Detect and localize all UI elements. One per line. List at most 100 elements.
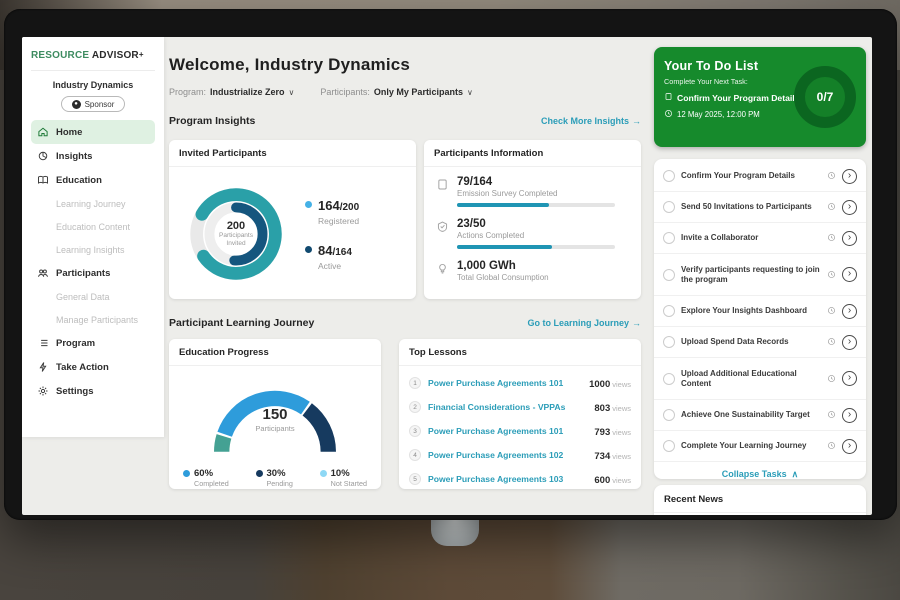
todo-item-label: Verify participants requesting to join t… bbox=[681, 261, 821, 289]
chevron-right-button[interactable]: › bbox=[842, 231, 857, 246]
chevron-down-icon[interactable]: ∨ bbox=[467, 88, 473, 97]
todo-item[interactable]: Confirm Your Program Details › bbox=[654, 161, 866, 192]
sidebar-item-general-data[interactable]: General Data bbox=[31, 285, 155, 308]
chevron-right-button[interactable]: › bbox=[842, 408, 857, 423]
clock-icon bbox=[664, 109, 673, 120]
consumption-icon bbox=[436, 262, 449, 275]
chevron-down-icon[interactable]: ∨ bbox=[289, 88, 295, 97]
todo-panel: Your To Do List Complete Your Next Task:… bbox=[654, 37, 866, 515]
lesson-link[interactable]: Power Purchase Agreements 101 bbox=[428, 426, 587, 436]
todo-item[interactable]: Send 50 Invitations to Participants › bbox=[654, 192, 866, 223]
todo-item[interactable]: Complete Your Learning Journey › bbox=[654, 431, 866, 462]
clock-icon bbox=[827, 167, 836, 185]
recent-news-card: Recent News bbox=[654, 485, 866, 515]
task-icon bbox=[664, 92, 673, 103]
legend-total: /200 bbox=[340, 202, 359, 213]
legend-label: Active bbox=[318, 261, 352, 271]
stat-label: Total Global Consumption bbox=[457, 273, 549, 282]
lesson-link[interactable]: Financial Considerations - VPPAs bbox=[428, 402, 587, 412]
education-icon bbox=[37, 174, 49, 186]
education-progress-card: Education Progress 150 Participants bbox=[169, 339, 381, 489]
chevron-right-button[interactable]: › bbox=[842, 439, 857, 454]
legend-dot-completed bbox=[183, 470, 190, 477]
todo-item[interactable]: Upload Additional Educational Content › bbox=[654, 358, 866, 400]
todo-item[interactable]: Upload Spend Data Records › bbox=[654, 327, 866, 358]
sidebar-item-education[interactable]: Education bbox=[31, 168, 155, 192]
dashboard-screen: RESOURCE ADVISOR+ Industry Dynamics ● Sp… bbox=[22, 37, 872, 515]
todo-item[interactable]: Verify participants requesting to join t… bbox=[654, 254, 866, 296]
checkbox[interactable] bbox=[663, 232, 675, 244]
lesson-views: 1000 bbox=[589, 379, 610, 390]
sidebar-item-learning-insights[interactable]: Learning Insights bbox=[31, 238, 155, 261]
sidebar: RESOURCE ADVISOR+ Industry Dynamics ● Sp… bbox=[22, 37, 164, 437]
sidebar-item-learning-journey[interactable]: Learning Journey bbox=[31, 192, 155, 215]
sidebar-item-insights[interactable]: Insights bbox=[31, 144, 155, 168]
participants-filter[interactable]: Participants: Only My Participants ∨ bbox=[320, 87, 472, 97]
sidebar-item-program[interactable]: Program bbox=[31, 331, 155, 355]
invited-donut-chart: 200 Participants Invited bbox=[177, 175, 295, 293]
sidebar-item-home[interactable]: Home bbox=[31, 120, 155, 144]
lesson-rank: 2 bbox=[409, 401, 421, 413]
checkbox[interactable] bbox=[663, 373, 675, 385]
todo-item-label: Upload Spend Data Records bbox=[681, 333, 821, 351]
todo-item[interactable]: Achieve One Sustainability Target › bbox=[654, 400, 866, 431]
lesson-list: 1 Power Purchase Agreements 101 1000view… bbox=[399, 366, 641, 496]
sidebar-item-manage-participants[interactable]: Manage Participants bbox=[31, 308, 155, 331]
checkbox[interactable] bbox=[663, 409, 675, 421]
progress-track bbox=[457, 245, 615, 249]
checkbox[interactable] bbox=[663, 170, 675, 182]
sponsor-badge[interactable]: ● Sponsor bbox=[61, 96, 125, 112]
sidebar-item-participants[interactable]: Participants bbox=[31, 261, 155, 285]
program-filter-label: Program: bbox=[169, 87, 206, 97]
stat-actions-completed: 23/50 Actions Completed bbox=[436, 218, 629, 249]
collapse-tasks-link[interactable]: Collapse Tasks ∧ bbox=[654, 462, 866, 486]
checkbox[interactable] bbox=[663, 201, 675, 213]
clock-icon bbox=[827, 406, 836, 424]
lesson-rank: 5 bbox=[409, 473, 421, 485]
checkbox[interactable] bbox=[663, 336, 675, 348]
chevron-right-button[interactable]: › bbox=[842, 267, 857, 282]
go-to-learning-journey-link[interactable]: Go to Learning Journey→ bbox=[527, 318, 641, 328]
chevron-right-button[interactable]: › bbox=[842, 304, 857, 319]
chevron-right-button[interactable]: › bbox=[842, 169, 857, 184]
recent-news-title: Recent News bbox=[654, 485, 866, 513]
sidebar-item-settings[interactable]: Settings bbox=[31, 379, 155, 403]
progress-track bbox=[457, 203, 615, 207]
chevron-right-button[interactable]: › bbox=[842, 200, 857, 215]
legend-total: /164 bbox=[332, 247, 351, 258]
lesson-views: 600 bbox=[594, 475, 610, 486]
logo-plus: + bbox=[139, 50, 144, 59]
checkbox[interactable] bbox=[663, 305, 675, 317]
sidebar-item-label: Settings bbox=[56, 386, 93, 397]
chevron-right-button[interactable]: › bbox=[842, 371, 857, 386]
todo-item[interactable]: Explore Your Insights Dashboard › bbox=[654, 296, 866, 327]
legend-value: 84 bbox=[318, 243, 332, 258]
gauge-center-caption: Participants bbox=[200, 424, 350, 433]
sidebar-item-label: Learning Insights bbox=[56, 245, 125, 255]
lesson-link[interactable]: Power Purchase Agreements 101 bbox=[428, 378, 582, 388]
lesson-views-suffix: views bbox=[612, 452, 631, 461]
lesson-link[interactable]: Power Purchase Agreements 102 bbox=[428, 450, 587, 460]
link-label: Go to Learning Journey bbox=[527, 318, 629, 328]
legend-dot-active bbox=[305, 246, 312, 253]
sidebar-item-education-content[interactable]: Education Content bbox=[31, 215, 155, 238]
donut-center-label: 200 Participants Invited bbox=[177, 175, 295, 293]
program-filter[interactable]: Program: Industrialize Zero ∨ bbox=[169, 87, 294, 97]
lesson-link[interactable]: Power Purchase Agreements 103 bbox=[428, 474, 587, 484]
lesson-row: 4 Power Purchase Agreements 102 734views bbox=[409, 443, 631, 467]
sidebar-item-label: Take Action bbox=[56, 362, 109, 373]
checkbox[interactable] bbox=[663, 269, 675, 281]
checkbox[interactable] bbox=[663, 440, 675, 452]
legend-dot-registered bbox=[305, 201, 312, 208]
todo-item-label: Send 50 Invitations to Participants bbox=[681, 198, 821, 216]
chevron-right-button[interactable]: › bbox=[842, 335, 857, 350]
education-legend: 60% Completed 30% Pending bbox=[169, 460, 381, 488]
legend-active: 84/164 Active bbox=[305, 242, 359, 271]
gauge-center-label: 150 Participants bbox=[200, 406, 350, 433]
todo-item[interactable]: Invite a Collaborator › bbox=[654, 223, 866, 254]
todo-next-task-label: Confirm Your Program Details bbox=[677, 93, 799, 103]
gauge-center-value: 150 bbox=[200, 406, 350, 423]
insights-icon bbox=[37, 150, 49, 162]
sidebar-item-take-action[interactable]: Take Action bbox=[31, 355, 155, 379]
check-more-insights-link[interactable]: Check More Insights→ bbox=[541, 116, 641, 126]
